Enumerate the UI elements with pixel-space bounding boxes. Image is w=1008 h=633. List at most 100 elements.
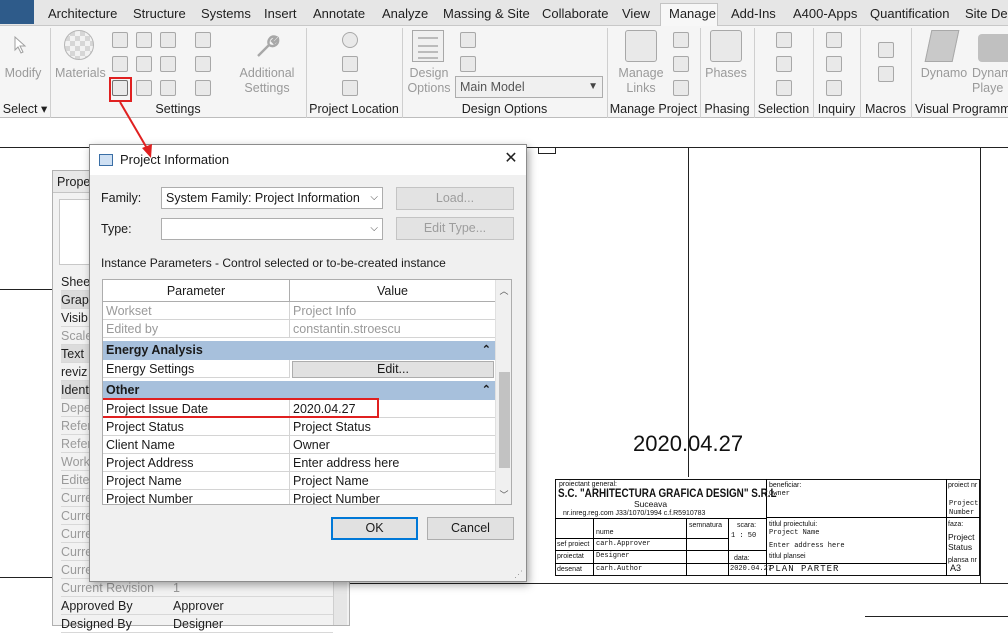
dynamo-player-line1: Dynam [972,66,1008,80]
dynamo-player-line2: Playe [972,81,1004,95]
design-options-button[interactable]: Design Options [406,66,452,96]
scroll-down-icon[interactable]: ﹀ [498,488,510,501]
add-to-set-icon[interactable] [460,32,476,48]
shared-parameters-icon[interactable] [112,56,128,72]
property-row[interactable]: Approved By Approver [61,597,333,615]
project-parameters-icon[interactable] [160,32,176,48]
materials-sphere-icon [64,30,94,60]
tab-annotate[interactable]: Annotate [313,4,365,26]
coordinates-icon[interactable] [342,56,358,72]
family-select[interactable]: System Family: Project Information ⌵ [161,187,383,209]
collapse-icon[interactable]: ⌃ [482,341,491,360]
tb-beneficiar-value: Owner [769,490,791,498]
wrench-icon [252,32,280,60]
load-selection-icon[interactable] [776,56,792,72]
tab-insert[interactable]: Insert [264,4,297,26]
grid-scrollbar[interactable]: ︿ ﹀ [495,280,511,504]
tb-proiect-nr-label: proiect nr [948,482,978,489]
main-model-select[interactable]: Main Model ▼ [455,76,603,98]
project-units-icon[interactable] [160,80,176,96]
edit-type-button[interactable]: Edit Type... [396,217,514,240]
tab-manage[interactable]: Manage [660,3,718,27]
grid-row-parameter: Project Name [103,472,290,490]
grid-row-value[interactable]: Owner [290,436,495,454]
position-icon[interactable] [342,80,358,96]
grid-row-value[interactable]: Project Info [290,302,495,320]
tab-architecture[interactable]: Architecture [48,4,117,26]
warnings-icon[interactable] [826,80,842,96]
select-by-id-icon[interactable] [826,56,842,72]
manage-links-button[interactable]: Manage Links [614,66,668,96]
tab-site-design[interactable]: Site Des [965,4,1008,26]
grid-row-value[interactable]: Project Name [290,472,495,490]
tb-proiectat: proiectat [557,553,584,560]
transfer-standards-icon[interactable] [160,56,176,72]
location-globe-icon[interactable] [342,32,358,48]
phases-icon [710,30,742,62]
dynamo-button[interactable]: Dynamo [919,66,969,81]
collapse-icon[interactable]: ⌃ [482,381,491,400]
grid-row-parameter: Project Number [103,490,290,504]
panel-schedule-icon[interactable] [195,80,211,96]
tab-systems[interactable]: Systems [201,4,251,26]
grid-row-value[interactable]: Project Number [290,490,495,504]
instance-parameters-caption: Instance Parameters - Control selected o… [101,256,446,270]
pick-to-edit-icon[interactable] [460,56,476,72]
other-group-label: Other [106,383,140,397]
type-select[interactable]: ⌵ [161,218,383,240]
grid-row-parameter: Client Name [103,436,290,454]
mep-settings-icon[interactable] [195,56,211,72]
edit-selection-icon[interactable] [776,80,792,96]
phases-button[interactable]: Phases [704,66,748,81]
ok-button[interactable]: OK [331,517,418,540]
scrollbar-thumb[interactable] [499,372,510,468]
dynamo-player-icon [978,34,1008,62]
object-styles-icon[interactable] [112,32,128,48]
select-panel-dropdown[interactable]: Select ▾ [0,100,50,118]
close-icon[interactable]: ✕ [502,150,520,168]
grid-row-value[interactable]: constantin.stroescu [290,320,495,338]
macro-manager-icon[interactable] [878,42,894,58]
app-menu-button[interactable] [0,0,34,24]
tab-collaborate[interactable]: Collaborate [542,4,609,26]
tab-add-ins[interactable]: Add-Ins [731,4,776,26]
modify-button[interactable]: Modify [4,66,42,81]
parameters-grid[interactable]: Parameter Value Workset Project Info Edite… [102,279,512,505]
materials-button[interactable]: Materials [55,66,106,81]
property-row[interactable]: Designed By Designer [61,615,333,633]
sheet-border-bottom [350,583,1008,584]
tab-structure[interactable]: Structure [133,4,186,26]
dynamo-player-button[interactable]: Dynam Playe [972,66,1008,96]
starting-view-icon[interactable] [673,56,689,72]
additional-settings-button[interactable]: Additional Settings [236,66,298,96]
scroll-up-icon[interactable]: ︿ [498,284,510,297]
purge-unused-icon[interactable] [136,80,152,96]
tab-view[interactable]: View [622,4,650,26]
energy-analysis-group[interactable]: Energy Analysis ⌃ [103,341,495,360]
family-value: System Family: Project Information [166,191,360,205]
snaps-icon[interactable] [136,32,152,48]
parameter-column-header[interactable]: Parameter [103,280,290,302]
grid-row-value[interactable]: Enter address here [290,454,495,472]
phasing-panel-label: Phasing [704,102,750,116]
tab-massing-site[interactable]: Massing & Site [443,4,530,26]
macro-security-icon[interactable] [878,66,894,82]
tab-quantification[interactable]: Quantification [870,4,950,26]
structural-settings-icon[interactable] [195,32,211,48]
save-selection-icon[interactable] [776,32,792,48]
grid-row-value[interactable]: Project Status [290,418,495,436]
resize-grip-icon[interactable]: ⋰ [514,569,524,579]
tb-desenat: desenat [557,566,582,573]
ids-of-selection-icon[interactable] [826,32,842,48]
load-button[interactable]: Load... [396,187,514,210]
manage-images-icon[interactable] [673,32,689,48]
cancel-button[interactable]: Cancel [427,517,514,540]
energy-settings-edit-button[interactable]: Edit... [292,361,494,378]
tab-a400-apps[interactable]: A400-Apps [793,4,857,26]
tab-analyze[interactable]: Analyze [382,4,428,26]
value-column-header[interactable]: Value [290,280,495,302]
decal-types-icon[interactable] [673,80,689,96]
tb-faza-value1: Project [948,532,975,542]
design-options-line2: Options [407,81,451,95]
global-parameters-icon[interactable] [136,56,152,72]
